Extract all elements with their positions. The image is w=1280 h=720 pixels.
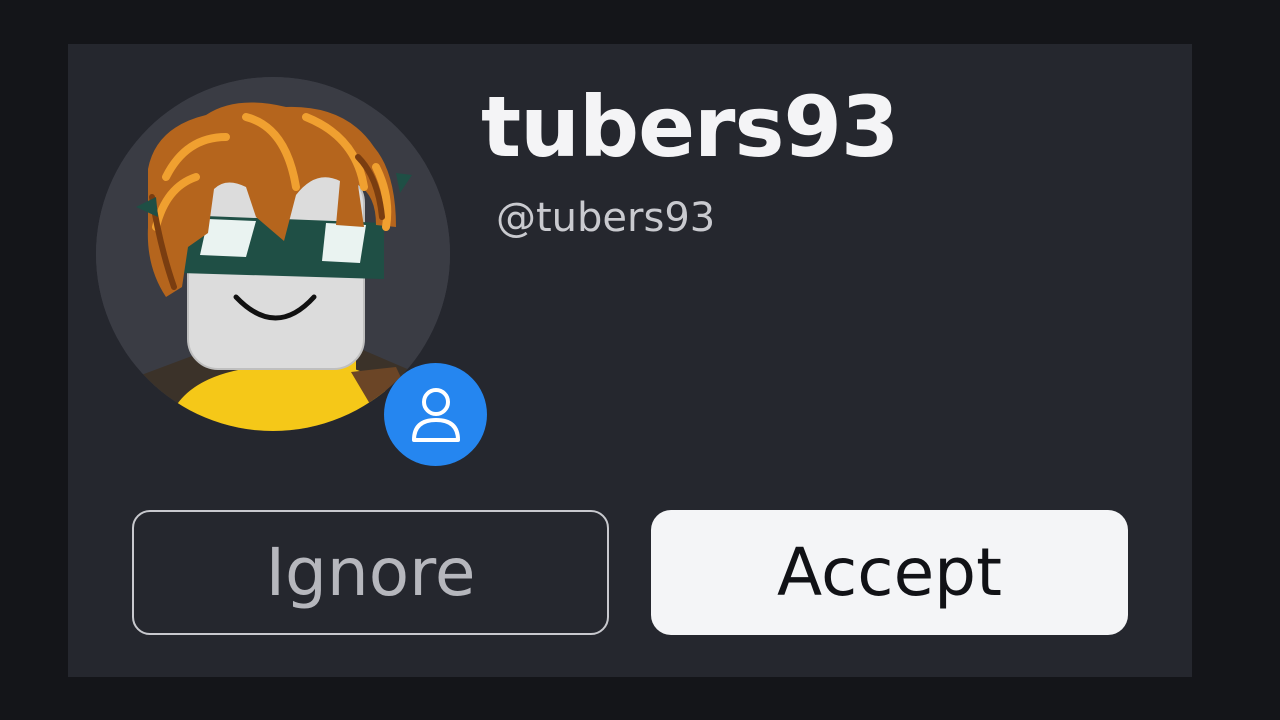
avatar-container: [96, 77, 487, 466]
avatar-image: [96, 77, 450, 431]
avatar[interactable]: [96, 77, 450, 431]
person-icon: [411, 387, 460, 442]
accept-button[interactable]: Accept: [651, 510, 1128, 635]
person-badge: [384, 363, 487, 466]
username: @tubers93: [496, 195, 716, 241]
display-name: tubers93: [481, 78, 899, 176]
friend-request-card: tubers93 @tubers93 Ignore Accept: [68, 44, 1192, 677]
ignore-button[interactable]: Ignore: [132, 510, 609, 635]
